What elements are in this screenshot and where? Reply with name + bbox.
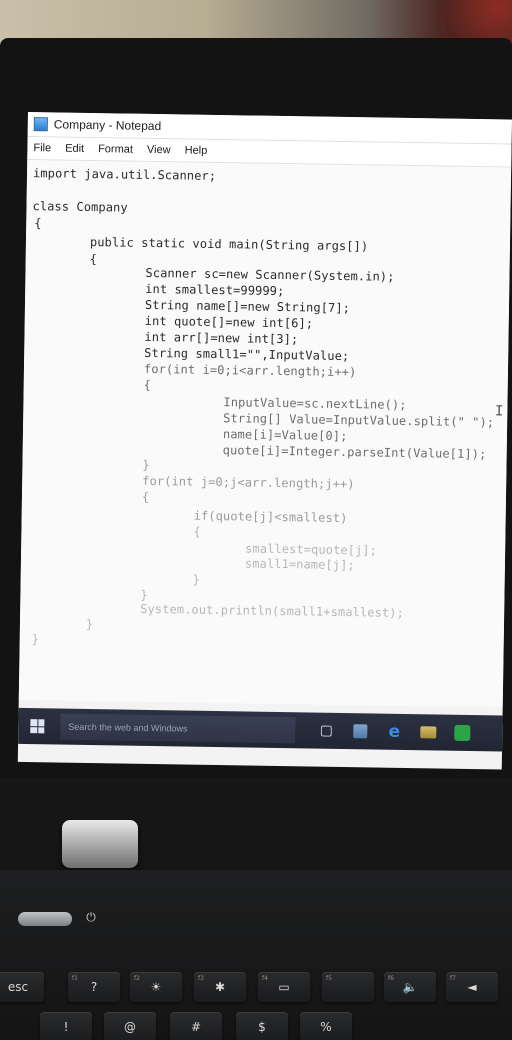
- key-f6[interactable]: f6 🔈: [384, 972, 436, 1002]
- menu-view[interactable]: View: [147, 144, 171, 156]
- notepad-icon: [33, 117, 48, 132]
- code-line: }: [192, 572, 201, 587]
- text-editor[interactable]: import java.util.Scanner; class Company …: [18, 159, 512, 708]
- taskbar-pinned-apps: ▢ e: [315, 720, 485, 745]
- laptop-hinge: [62, 820, 138, 868]
- code-line: String[] Value=InputValue.split(" ");: [223, 411, 495, 430]
- window-title: Company - Notepad: [53, 117, 162, 134]
- code-line: int quote[]=new int[6];: [144, 313, 314, 331]
- key-2[interactable]: @: [104, 1012, 156, 1040]
- code-line: }: [85, 616, 94, 632]
- code-line: int arr[]=new int[3];: [144, 329, 299, 347]
- key-3[interactable]: #: [170, 1012, 222, 1040]
- code-line: smallest=quote[j];: [245, 541, 378, 558]
- code-line: small1=name[j];: [244, 556, 355, 573]
- store-icon[interactable]: [349, 720, 371, 742]
- laptop-screen: Company - Notepad File Edit Format View …: [17, 112, 512, 770]
- code-line: for(int i=0;i<arr.length;i++): [143, 361, 357, 380]
- key-f2[interactable]: f2 ☀: [130, 972, 182, 1002]
- windows-taskbar: Search the web and Windows ▢ e: [18, 707, 503, 752]
- windows-start-icon[interactable]: [30, 719, 45, 734]
- search-placeholder: Search the web and Windows: [68, 721, 188, 734]
- code-line: quote[i]=Integer.parseInt(Value[1]);: [222, 443, 487, 462]
- menu-format[interactable]: Format: [98, 143, 133, 156]
- code-line: Scanner sc=new Scanner(System.in);: [145, 265, 395, 284]
- internet-explorer-icon[interactable]: e: [383, 721, 405, 743]
- code-line: InputValue=sc.nextLine();: [223, 395, 407, 412]
- menu-edit[interactable]: Edit: [65, 143, 84, 155]
- code-line: {: [193, 524, 201, 539]
- code-line: name[i]=Value[0];: [222, 427, 348, 444]
- code-line: String name[]=new String[7];: [144, 297, 351, 316]
- menu-file[interactable]: File: [33, 142, 51, 154]
- code-line: {: [34, 216, 42, 231]
- code-line: for(int j=0;j<arr.length;j++): [142, 473, 355, 492]
- task-view-icon[interactable]: ▢: [315, 720, 337, 742]
- code-line: {: [89, 251, 98, 267]
- key-esc[interactable]: esc: [0, 972, 44, 1002]
- text-cursor-icon: I: [494, 403, 504, 420]
- xbox-icon[interactable]: [451, 722, 473, 744]
- laptop-keyboard-deck: ⏻ esc f1? f2 ☀ f3 ✱ f4 ▭ f5 f6 🔈 f7 ◄ ! @ # $…: [0, 870, 512, 1040]
- key-4[interactable]: $: [236, 1012, 288, 1040]
- code-line: public static void main(String args[]): [89, 234, 369, 254]
- power-indicator-bar: [18, 912, 72, 926]
- code-line: {: [141, 489, 150, 504]
- code-line: int smallest=99999;: [145, 281, 285, 299]
- code-line: String small1="",InputValue;: [144, 345, 350, 364]
- key-f1[interactable]: f1?: [68, 972, 120, 1002]
- code-line: }: [140, 587, 148, 602]
- key-5[interactable]: %: [300, 1012, 352, 1040]
- code-line: import java.util.Scanner;: [32, 166, 217, 183]
- file-explorer-icon[interactable]: [417, 721, 439, 743]
- key-f7[interactable]: f7 ◄: [446, 972, 498, 1002]
- code-line: if(quote[j]<smallest): [193, 508, 348, 526]
- code-line: class Company: [32, 199, 128, 215]
- key-1[interactable]: !: [40, 1012, 92, 1040]
- code-line: {: [143, 377, 152, 392]
- key-f4[interactable]: f4 ▭: [258, 972, 310, 1002]
- key-f3[interactable]: f3 ✱: [194, 972, 246, 1002]
- code-line: System.out.println(small1+smallest);: [140, 601, 404, 620]
- menu-help[interactable]: Help: [185, 144, 208, 156]
- code-line: }: [31, 632, 40, 647]
- photo-scene: Company - Notepad File Edit Format View …: [0, 0, 512, 1040]
- power-icon[interactable]: ⏻: [82, 908, 100, 926]
- code-line: }: [142, 457, 150, 472]
- taskbar-search-box[interactable]: Search the web and Windows: [60, 713, 296, 744]
- key-f5[interactable]: f5: [322, 972, 374, 1002]
